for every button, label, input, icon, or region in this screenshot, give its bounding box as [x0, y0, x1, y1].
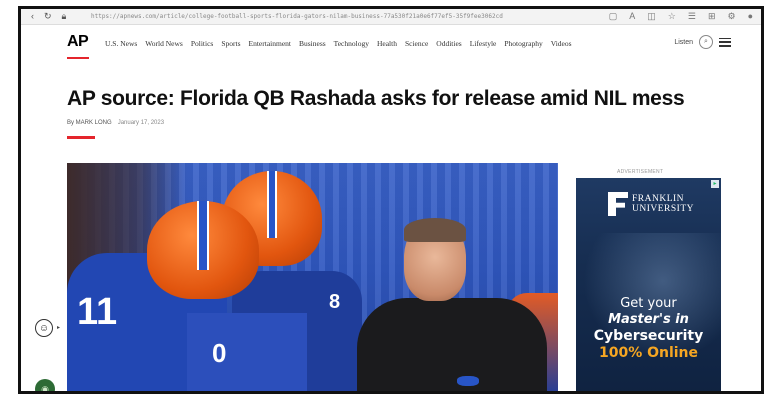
header-actions: Listen ⌕ [674, 35, 731, 49]
nav-oddities[interactable]: Oddities [436, 39, 461, 48]
brand-line-2: UNIVERSITY [632, 204, 694, 214]
screenshot-frame: ‹ ↻ 🔒︎ https://apnews.com/article/colleg… [0, 0, 775, 403]
byline: By MARK LONG January 17, 2023 [67, 120, 164, 126]
extension-icon[interactable]: ⚙ [727, 11, 735, 22]
article-headline: AP source: Florida QB Rashada asks for r… [67, 87, 685, 110]
nav-videos[interactable]: Videos [551, 39, 572, 48]
helmet [147, 201, 259, 299]
ap-logo[interactable]: AP [67, 33, 89, 51]
collections-icon[interactable]: ⊞ [708, 11, 716, 22]
author-link[interactable]: By MARK LONG [67, 120, 112, 126]
jersey-number: 8 [329, 291, 341, 313]
nav-business[interactable]: Business [299, 39, 326, 48]
menu-icon[interactable] [719, 37, 731, 47]
address-bar[interactable]: https://apnews.com/article/college-footb… [91, 13, 609, 20]
player-jersey-front [187, 313, 307, 391]
split-screen-icon[interactable]: ◫ [647, 11, 656, 22]
browser-nav: ‹ ↻ 🔒︎ [21, 11, 91, 22]
ad-line-4: 100% Online [598, 345, 699, 361]
listen-link[interactable]: Listen [674, 39, 693, 46]
read-aloud-icon[interactable]: A [629, 11, 635, 22]
ad-label: ADVERTISEMENT [617, 169, 664, 175]
nav-politics[interactable]: Politics [191, 39, 214, 48]
ad-line-1: Get your [620, 296, 677, 311]
ad-line-3: Cybersecurity [593, 328, 704, 344]
gator-logo-patch [457, 376, 479, 386]
browser-toolbar: ‹ ↻ 🔒︎ https://apnews.com/article/colleg… [21, 9, 761, 25]
search-icon[interactable]: ⌕ [699, 35, 713, 49]
ad-line-2: Master's in [608, 312, 689, 327]
franklin-logo: FRANKLIN UNIVERSITY [608, 192, 694, 216]
browser-window: ‹ ↻ 🔒︎ https://apnews.com/article/colleg… [18, 6, 764, 394]
reload-icon[interactable]: ↻ [44, 11, 52, 22]
nav-entertainment[interactable]: Entertainment [249, 39, 291, 48]
chat-widget-icon[interactable]: ◉ [35, 379, 55, 391]
nav-health[interactable]: Health [377, 39, 397, 48]
franklin-wordmark: FRANKLIN UNIVERSITY [632, 194, 694, 214]
browser-tools: ▢ A ◫ ☆ ☰ ⊞ ⚙ ● [609, 11, 761, 22]
logo-underline [67, 57, 89, 59]
nav-science[interactable]: Science [405, 39, 428, 48]
back-icon[interactable]: ‹ [31, 11, 34, 22]
nav-technology[interactable]: Technology [334, 39, 369, 48]
franklin-logo-mark [608, 192, 628, 216]
brand-line-1: FRANKLIN [632, 194, 685, 204]
coach-hair [404, 218, 466, 242]
nav-lifestyle[interactable]: Lifestyle [470, 39, 497, 48]
article-lead-photo[interactable]: 8 11 0 [67, 163, 558, 391]
site-info-icon[interactable]: 🔒︎ [62, 11, 67, 22]
nav-world-news[interactable]: World News [145, 39, 183, 48]
accessibility-icon[interactable]: ☺ ▸ [35, 319, 60, 337]
nav-photography[interactable]: Photography [504, 39, 542, 48]
site-header: AP U.S. News World News Politics Sports … [21, 27, 761, 59]
favorite-icon[interactable]: ☆ [668, 11, 676, 22]
favorites-icon[interactable]: ☰ [688, 11, 696, 22]
nav-us-news[interactable]: U.S. News [105, 39, 137, 48]
headline-accent-bar [67, 136, 95, 139]
coach-shirt [357, 298, 547, 391]
reader-icon[interactable]: ▢ [609, 11, 618, 22]
jersey-number: 11 [77, 291, 118, 333]
jersey-number: 0 [212, 338, 227, 368]
adchoices-icon[interactable]: ▸ [711, 180, 719, 188]
publish-date: January 17, 2023 [117, 120, 165, 126]
nav-sports[interactable]: Sports [221, 39, 240, 48]
main-nav: U.S. News World News Politics Sports Ent… [105, 39, 572, 48]
profile-icon[interactable]: ● [748, 11, 753, 22]
advertisement[interactable]: ▸ FRANKLIN UNIVERSITY Get your Master's … [576, 178, 721, 391]
